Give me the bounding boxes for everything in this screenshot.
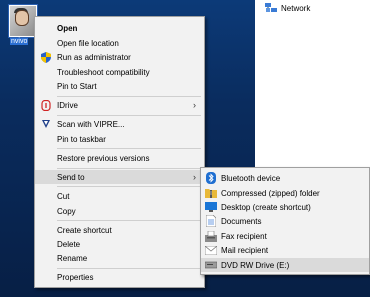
menu-separator: [57, 268, 201, 269]
menu-item-label: IDrive: [57, 100, 78, 110]
menu-item-delete[interactable]: Delete: [35, 237, 204, 251]
menu-item-label: Cut: [57, 191, 70, 201]
menu-item-run-as-administrator[interactable]: Run as administrator: [35, 50, 204, 64]
bluetooth-icon: [205, 172, 217, 184]
shield-icon: [40, 51, 52, 63]
menu-separator: [57, 148, 201, 149]
menu-item-create-shortcut[interactable]: Create shortcut: [35, 223, 204, 237]
menu-item-label: Copy: [57, 206, 76, 216]
mail-icon: [205, 244, 217, 256]
menu-item-label: Open file location: [57, 38, 119, 48]
context-menu: Open Open file location Run as administr…: [34, 16, 205, 288]
send-to-fax-recipient[interactable]: Fax recipient: [201, 229, 369, 243]
submenu-item-label: Fax recipient: [221, 231, 267, 241]
menu-item-copy[interactable]: Copy: [35, 204, 204, 218]
explorer-panel: [255, 0, 370, 186]
documents-icon: [205, 215, 217, 227]
menu-item-label: Pin to Start: [57, 81, 97, 91]
send-to-desktop[interactable]: Desktop (create shortcut): [201, 200, 369, 214]
zip-folder-icon: [205, 187, 217, 199]
desktop-icon: [205, 201, 217, 213]
submenu-item-label: Mail recipient: [221, 245, 269, 255]
submenu-item-label: DVD RW Drive (E:): [221, 260, 290, 270]
menu-item-open-file-location[interactable]: Open file location: [35, 36, 204, 50]
menu-item-label: Troubleshoot compatibility: [57, 67, 150, 77]
menu-item-label: Open: [57, 23, 78, 33]
submenu-item-label: Compressed (zipped) folder: [221, 188, 320, 198]
menu-item-properties[interactable]: Properties: [35, 270, 204, 284]
menu-item-label: Properties: [57, 272, 94, 282]
fax-icon: [205, 230, 217, 242]
menu-item-label: Delete: [57, 239, 81, 249]
menu-item-send-to[interactable]: Send to ›: [35, 170, 204, 184]
menu-separator: [57, 220, 201, 221]
menu-item-pin-to-start[interactable]: Pin to Start: [35, 79, 204, 93]
menu-item-label: Scan with VIPRE...: [57, 119, 125, 129]
menu-item-label: Pin to taskbar: [57, 134, 106, 144]
menu-item-label: Create shortcut: [57, 225, 112, 235]
menu-item-scan-with-vipre[interactable]: Scan with VIPRE...: [35, 117, 204, 131]
network-icon: [265, 2, 277, 12]
menu-item-restore-previous-versions[interactable]: Restore previous versions: [35, 151, 204, 165]
desktop-shortcut-nvivo[interactable]: nvivo: [7, 5, 37, 49]
dvd-drive-icon: [205, 259, 217, 271]
send-to-dvd-rw-drive[interactable]: DVD RW Drive (E:): [201, 258, 369, 272]
menu-item-label: Rename: [57, 253, 88, 263]
menu-item-label: Run as administrator: [57, 52, 131, 62]
send-to-documents[interactable]: Documents: [201, 214, 369, 228]
shortcut-face: [15, 10, 29, 26]
menu-separator: [57, 96, 201, 97]
menu-item-pin-to-taskbar[interactable]: Pin to taskbar: [35, 132, 204, 146]
send-to-compressed-folder[interactable]: Compressed (zipped) folder: [201, 186, 369, 200]
send-to-bluetooth-device[interactable]: Bluetooth device: [201, 171, 369, 185]
network-item[interactable]: Network: [265, 2, 310, 14]
menu-separator: [57, 168, 201, 169]
send-to-mail-recipient[interactable]: Mail recipient: [201, 243, 369, 257]
menu-item-idrive[interactable]: IDrive ›: [35, 98, 204, 112]
submenu-item-label: Bluetooth device: [221, 173, 281, 183]
network-label: Network: [281, 3, 311, 13]
menu-separator: [57, 186, 201, 187]
menu-item-label: Restore previous versions: [57, 153, 150, 163]
menu-item-rename[interactable]: Rename: [35, 251, 204, 265]
menu-item-open[interactable]: Open: [35, 21, 204, 35]
menu-separator: [57, 115, 201, 116]
chevron-right-icon: ›: [193, 100, 196, 110]
menu-item-label: Send to: [57, 172, 85, 182]
submenu-item-label: Desktop (create shortcut): [221, 202, 311, 212]
menu-item-cut[interactable]: Cut: [35, 189, 204, 203]
vipre-icon: [40, 118, 52, 130]
chevron-right-icon: ›: [193, 172, 196, 182]
send-to-submenu: Bluetooth device Compressed (zipped) fol…: [200, 167, 370, 275]
desktop-icon-label: nvivo: [10, 38, 29, 45]
menu-item-troubleshoot-compatibility[interactable]: Troubleshoot compatibility: [35, 65, 204, 79]
idrive-icon: [40, 99, 52, 111]
submenu-item-label: Documents: [221, 216, 262, 226]
